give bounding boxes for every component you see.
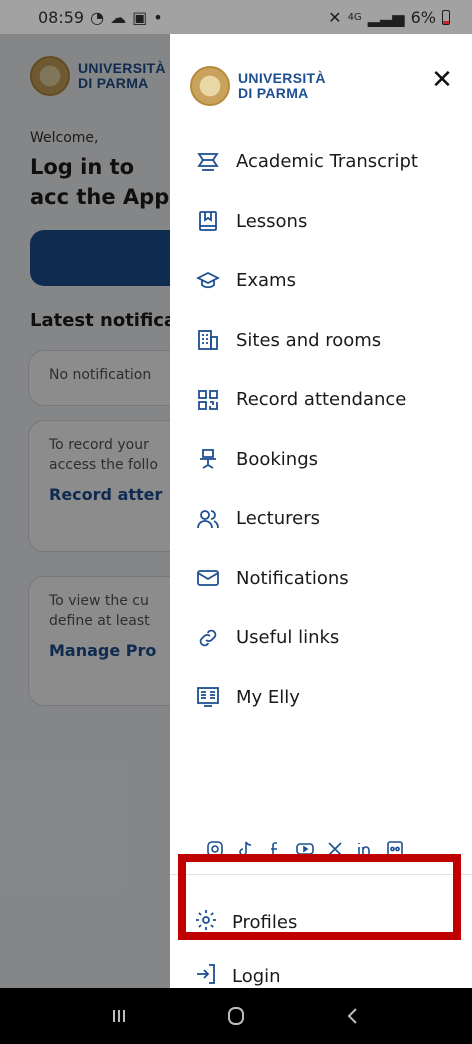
- status-bar: 08:59 ◔ ☁ ▣ • ✕ 4G ▂▃▅ 6%: [0, 0, 472, 34]
- login-arrow-icon: [194, 962, 218, 990]
- cloud-icon: ☁: [110, 7, 127, 27]
- menu-item-label: Record attendance: [236, 389, 407, 411]
- lessons-icon: [194, 207, 222, 235]
- menu-item-label: Lessons: [236, 210, 308, 232]
- teams-icon: ▣: [132, 7, 148, 27]
- menu-item-label: Exams: [236, 270, 296, 292]
- battery-percent: 6%: [410, 7, 436, 27]
- brand-line1: UNIVERSITÀ: [238, 70, 326, 86]
- highlight-box: [178, 854, 461, 940]
- menu-item-label: Sites and rooms: [236, 329, 382, 351]
- exams-icon: [194, 267, 222, 295]
- drawer-menu: Academic Transcript Lessons Exams Sites …: [194, 132, 418, 727]
- navigation-drawer: UNIVERSITÀ DI PARMA ✕ Academic Transcrip…: [170, 34, 472, 988]
- brand-line2: DI PARMA: [238, 85, 309, 101]
- network-label: 4G: [347, 11, 362, 23]
- navigation-bar: [0, 988, 472, 1044]
- menu-item-label: Useful links: [236, 627, 340, 649]
- login-item[interactable]: Login: [194, 962, 281, 990]
- link-icon: [194, 624, 222, 652]
- lecturers-icon: [194, 505, 222, 533]
- elly-icon: [194, 683, 222, 711]
- recent-apps-button[interactable]: [99, 996, 139, 1036]
- home-button[interactable]: [216, 996, 256, 1036]
- back-button[interactable]: [333, 996, 373, 1036]
- login-label: Login: [232, 965, 281, 987]
- battery-icon: [442, 9, 450, 25]
- signal-icon: ▂▃▅: [367, 7, 405, 27]
- menu-item-label: My Elly: [236, 686, 300, 708]
- mail-icon: [194, 564, 222, 592]
- menu-item-label: Notifications: [236, 567, 349, 589]
- menu-item-notifications[interactable]: Notifications: [194, 549, 418, 609]
- drawer-logo: UNIVERSITÀ DI PARMA: [190, 66, 326, 106]
- close-icon[interactable]: ✕: [424, 62, 460, 98]
- menu-item-exams[interactable]: Exams: [194, 251, 418, 311]
- menu-item-useful-links[interactable]: Useful links: [194, 608, 418, 668]
- qr-icon: [194, 386, 222, 414]
- menu-item-academic-transcript[interactable]: Academic Transcript: [194, 132, 418, 192]
- menu-item-lecturers[interactable]: Lecturers: [194, 489, 418, 549]
- mute-icon: ✕: [328, 7, 342, 27]
- university-seal-icon: [190, 66, 230, 106]
- menu-item-record-attendance[interactable]: Record attendance: [194, 370, 418, 430]
- whatsapp-icon: ◔: [90, 7, 105, 27]
- academic-transcript-icon: [194, 148, 222, 176]
- menu-item-sites-and-rooms[interactable]: Sites and rooms: [194, 311, 418, 371]
- dot-icon: •: [153, 7, 163, 27]
- status-time: 08:59: [38, 7, 85, 27]
- menu-item-lessons[interactable]: Lessons: [194, 192, 418, 252]
- menu-item-label: Lecturers: [236, 508, 321, 530]
- sites-icon: [194, 326, 222, 354]
- menu-item-bookings[interactable]: Bookings: [194, 430, 418, 490]
- menu-item-my-elly[interactable]: My Elly: [194, 668, 418, 728]
- bookings-icon: [194, 445, 222, 473]
- menu-item-label: Academic Transcript: [236, 151, 418, 173]
- menu-item-label: Bookings: [236, 448, 319, 470]
